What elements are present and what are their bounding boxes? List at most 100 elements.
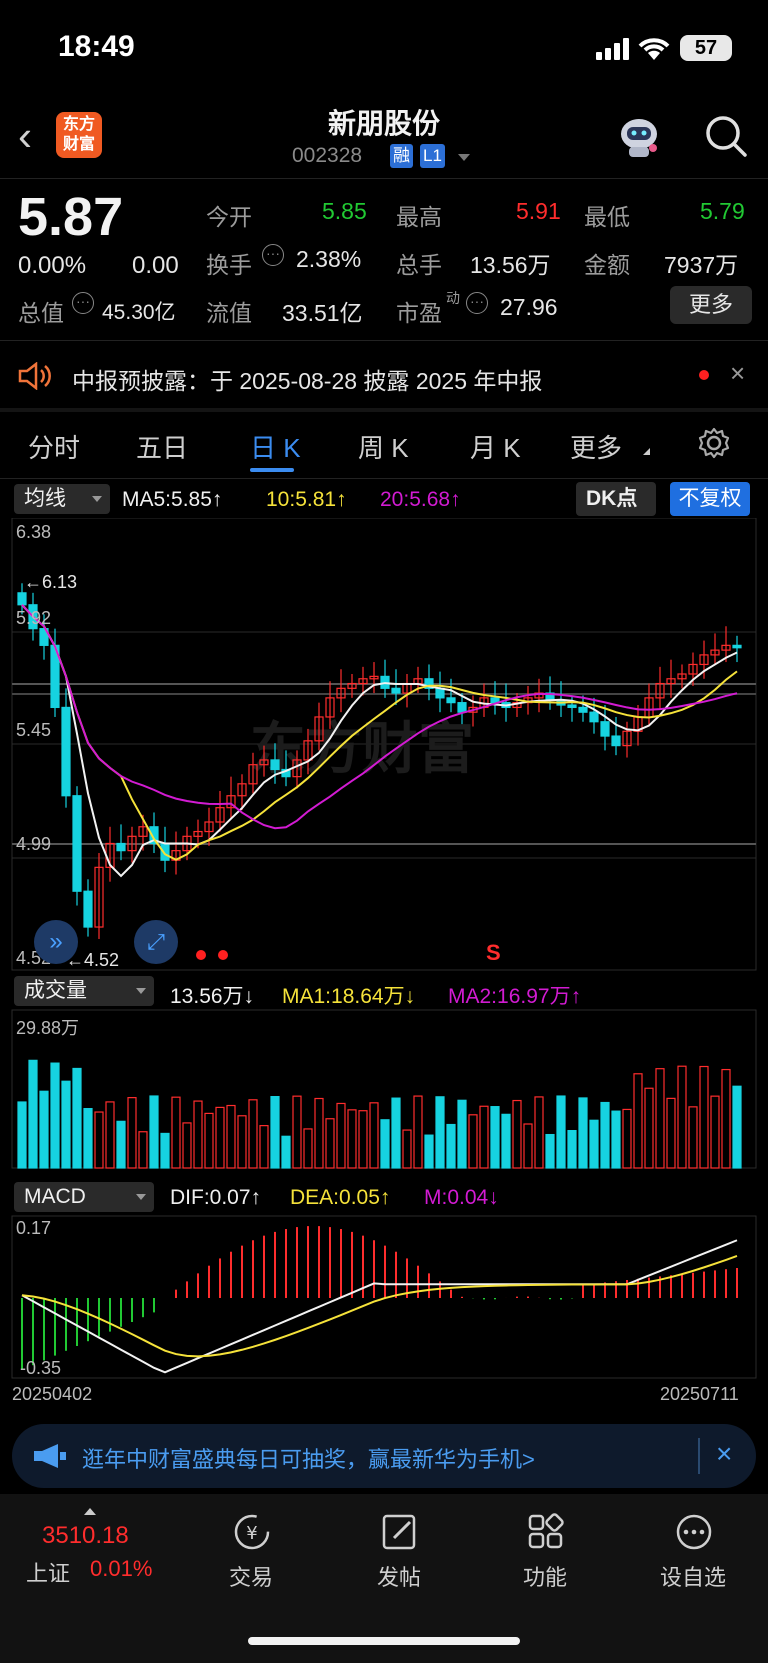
volume-bar — [347, 1109, 357, 1169]
volume-bar — [270, 1096, 280, 1169]
cellular-signal-icon — [596, 38, 629, 60]
info-icon[interactable]: ··· — [466, 292, 488, 314]
close-icon[interactable]: × — [730, 358, 745, 389]
volume-label: 总手 — [396, 252, 442, 278]
notice-bar[interactable]: 中报预披露：于 2025-08-28 披露 2025 年中报 × — [0, 342, 768, 408]
adjust-button[interactable]: 不复权 — [670, 482, 750, 516]
functions-grid-icon[interactable] — [526, 1512, 566, 1552]
volume-bar — [149, 1095, 159, 1169]
nav-post[interactable]: 发帖 — [344, 1560, 454, 1592]
ma10-readout: 10:5.81↑ — [266, 488, 347, 511]
volume-bar — [28, 1059, 38, 1169]
macd-indicator-select[interactable]: MACD — [14, 1182, 154, 1212]
macd-y-min: -0.35 — [20, 1358, 62, 1378]
volume-bar — [600, 1101, 610, 1169]
promo-banner[interactable]: 逛年中财富盛典每日可抽奖，赢最新华为手机> × — [12, 1424, 756, 1488]
low-value: 5.79 — [700, 198, 745, 224]
amount-label: 金额 — [584, 252, 630, 278]
macd-y-max: 0.17 — [16, 1218, 52, 1238]
volume-bar — [39, 1090, 49, 1169]
volume-bar — [50, 1062, 60, 1169]
last-price: 5.87 — [18, 187, 124, 247]
index-value[interactable]: 3510.18 — [42, 1522, 129, 1550]
divider — [698, 1438, 700, 1474]
high-value: 5.91 — [516, 198, 561, 224]
volume-bar — [732, 1085, 742, 1169]
info-icon[interactable]: ··· — [262, 244, 284, 266]
volume-bar — [666, 1097, 676, 1169]
dif-line — [21, 1239, 738, 1374]
tab-monthly-k[interactable]: 月 K — [470, 428, 521, 465]
volume-bar — [501, 1113, 511, 1169]
volume-bar — [292, 1095, 302, 1169]
turnover-value: 2.38% — [296, 246, 362, 272]
index-name[interactable]: 上证 — [26, 1556, 70, 1588]
nav-watchlist[interactable]: 设自选 — [638, 1560, 748, 1592]
candle-body — [270, 759, 280, 771]
settings-gear-icon[interactable] — [697, 426, 731, 460]
volume-bar — [479, 1105, 489, 1169]
fullscreen-icon[interactable]: ⤢ — [134, 920, 178, 964]
mktcap-value: 45.30亿 — [102, 301, 176, 324]
more-dots-icon[interactable] — [674, 1512, 714, 1552]
nav-functions[interactable]: 功能 — [490, 1560, 600, 1592]
close-icon[interactable]: × — [716, 1438, 732, 1470]
volume-bar — [468, 1114, 478, 1169]
y-axis-label: 5.45 — [16, 720, 52, 740]
battery-indicator: 57 — [680, 35, 732, 61]
volume-bar — [545, 1133, 555, 1169]
volume-bar — [215, 1106, 225, 1169]
info-icon[interactable]: ··· — [72, 292, 94, 314]
event-dot — [218, 950, 228, 960]
margin-tag: 融 — [390, 144, 413, 168]
nav-trade[interactable]: 交易 — [196, 1560, 306, 1592]
volume-bar — [226, 1104, 236, 1169]
chevron-down-icon[interactable] — [458, 154, 470, 161]
trade-yen-icon[interactable]: ¥ — [232, 1512, 272, 1552]
tab-5day[interactable]: 五日 — [136, 428, 188, 465]
tab-more[interactable]: 更多 — [570, 428, 622, 465]
volume-bar — [435, 1096, 445, 1169]
expand-forward-icon[interactable]: » — [34, 920, 78, 964]
edit-post-icon[interactable] — [380, 1512, 420, 1552]
dk-point-button[interactable]: DK点 — [576, 482, 656, 516]
robot-assistant-icon[interactable] — [615, 112, 663, 160]
volume-bar — [336, 1102, 346, 1169]
wifi-icon — [638, 38, 670, 60]
volume-bar — [61, 1080, 71, 1169]
banner-text: 逛年中财富盛典每日可抽奖，赢最新华为手机> — [82, 1447, 535, 1472]
volume-bar — [556, 1095, 566, 1169]
search-icon[interactable] — [702, 112, 750, 160]
volume-bar — [424, 1134, 434, 1169]
more-button[interactable]: 更多 — [670, 286, 752, 324]
volume-bar — [534, 1096, 544, 1169]
volume-bar — [281, 1135, 291, 1169]
amount-value: 7937万 — [664, 252, 739, 278]
volume-bar — [391, 1097, 401, 1169]
macd-indicator-label: MACD — [24, 1185, 86, 1208]
tab-daily-k[interactable]: 日 K — [250, 428, 301, 465]
volume-bar — [127, 1097, 137, 1169]
mktcap-label: 总值 — [18, 300, 64, 326]
macd-bars — [21, 1226, 738, 1374]
candle-body — [83, 890, 93, 928]
volume-y-max: 29.88万 — [16, 1018, 80, 1038]
volume-bars — [17, 1059, 742, 1169]
ma-indicator-select[interactable]: 均线 — [14, 484, 110, 514]
sell-signal-marker: S — [486, 940, 501, 965]
corner-caret-icon — [636, 448, 650, 455]
volume-indicator-select[interactable]: 成交量 — [14, 976, 154, 1006]
candle-body — [567, 704, 577, 709]
tab-intraday[interactable]: 分时 — [28, 428, 80, 465]
tab-weekly-k[interactable]: 周 K — [358, 428, 409, 465]
date-start: 20250402 — [12, 1384, 93, 1404]
candle-body — [17, 592, 27, 606]
event-dot — [196, 950, 206, 960]
ma20-readout: 20:5.68↑ — [380, 488, 461, 511]
speaker-icon — [18, 362, 51, 390]
m-readout: M:0.04↓ — [424, 1186, 499, 1209]
volume-bar — [303, 1128, 313, 1169]
volume-indicator-label: 成交量 — [24, 979, 87, 1002]
index-change[interactable]: 0.01% — [90, 1556, 152, 1582]
volume-bar — [105, 1101, 115, 1169]
